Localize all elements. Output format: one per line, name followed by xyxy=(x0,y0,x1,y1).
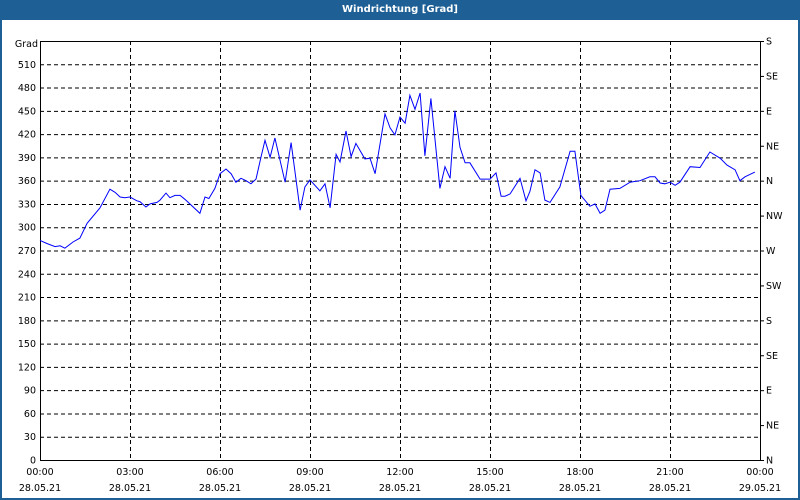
x-tick-date: 28.05.21 xyxy=(19,483,61,494)
right-axis-label: NW xyxy=(766,211,783,222)
x-tick-date: 28.05.21 xyxy=(289,483,331,494)
chart-window: Windrichtung [Grad] 0 30 60 90 120 150 180 210 2… xyxy=(0,0,800,500)
window-title: Windrichtung [Grad] xyxy=(0,0,800,19)
y-tick-label: 30 xyxy=(24,432,36,443)
right-axis-label: S xyxy=(766,37,772,48)
y-tick-label: 450 xyxy=(18,106,36,117)
y-tick-label: 270 xyxy=(18,246,36,257)
y-tick-label: 0 xyxy=(30,456,36,467)
right-axis-label: SW xyxy=(766,281,782,292)
y-tick-label: 300 xyxy=(18,223,36,234)
x-tick-date: 28.05.21 xyxy=(199,483,241,494)
x-tick-date: 28.05.21 xyxy=(559,483,601,494)
x-tick-time: 00:00 xyxy=(746,467,773,478)
y-tick-label: 330 xyxy=(18,199,36,210)
right-axis-label: W xyxy=(766,246,776,257)
y-axis-title: Grad xyxy=(15,39,38,50)
x-tick-time: 00:00 xyxy=(26,467,53,478)
chart-area: 0 30 60 90 120 150 180 210 240 270 300 330 360 390 420… xyxy=(2,20,798,498)
right-axis-label: N xyxy=(766,456,773,467)
x-tick-date: 28.05.21 xyxy=(469,483,511,494)
y-tick-label: 90 xyxy=(24,386,36,397)
y-tick-label: 420 xyxy=(18,130,36,141)
right-axis-label: SE xyxy=(766,351,778,362)
series-line-windrichtung xyxy=(39,92,756,249)
wind-direction-chart: 0 30 60 90 120 150 180 210 240 270 300 330 360 390 420… xyxy=(15,37,783,495)
right-axis-label: SE xyxy=(766,71,778,82)
x-tick-date: 28.05.21 xyxy=(109,483,151,494)
y-tick-label: 180 xyxy=(18,316,36,327)
x-tick-time: 21:00 xyxy=(656,467,683,478)
right-axis-label: NE xyxy=(766,421,779,432)
x-tick-date: 29.05.21 xyxy=(739,483,781,494)
y-tick-label: 150 xyxy=(18,339,36,350)
y-tick-label: 360 xyxy=(18,176,36,187)
y-tick-label: 210 xyxy=(18,293,36,304)
x-tick-time: 12:00 xyxy=(386,467,413,478)
x-tick-time: 06:00 xyxy=(206,467,233,478)
x-tick-date: 28.05.21 xyxy=(379,483,421,494)
right-axis-label: S xyxy=(766,316,772,327)
y-tick-label: 240 xyxy=(18,269,36,280)
right-axis-label: E xyxy=(766,386,772,397)
x-tick-time: 15:00 xyxy=(476,467,503,478)
y-tick-label: 120 xyxy=(18,362,36,373)
x-tick-date: 28.05.21 xyxy=(649,483,691,494)
right-axis-label: N xyxy=(766,176,773,187)
y-tick-label: 480 xyxy=(18,83,36,94)
x-tick-time: 03:00 xyxy=(116,467,143,478)
x-tick-time: 09:00 xyxy=(296,467,323,478)
right-axis-label: NE xyxy=(766,141,779,152)
x-tick-time: 18:00 xyxy=(566,467,593,478)
right-axis-label: E xyxy=(766,106,772,117)
y-tick-label: 390 xyxy=(18,153,36,164)
y-tick-label: 510 xyxy=(18,60,36,71)
y-tick-label: 60 xyxy=(24,409,36,420)
